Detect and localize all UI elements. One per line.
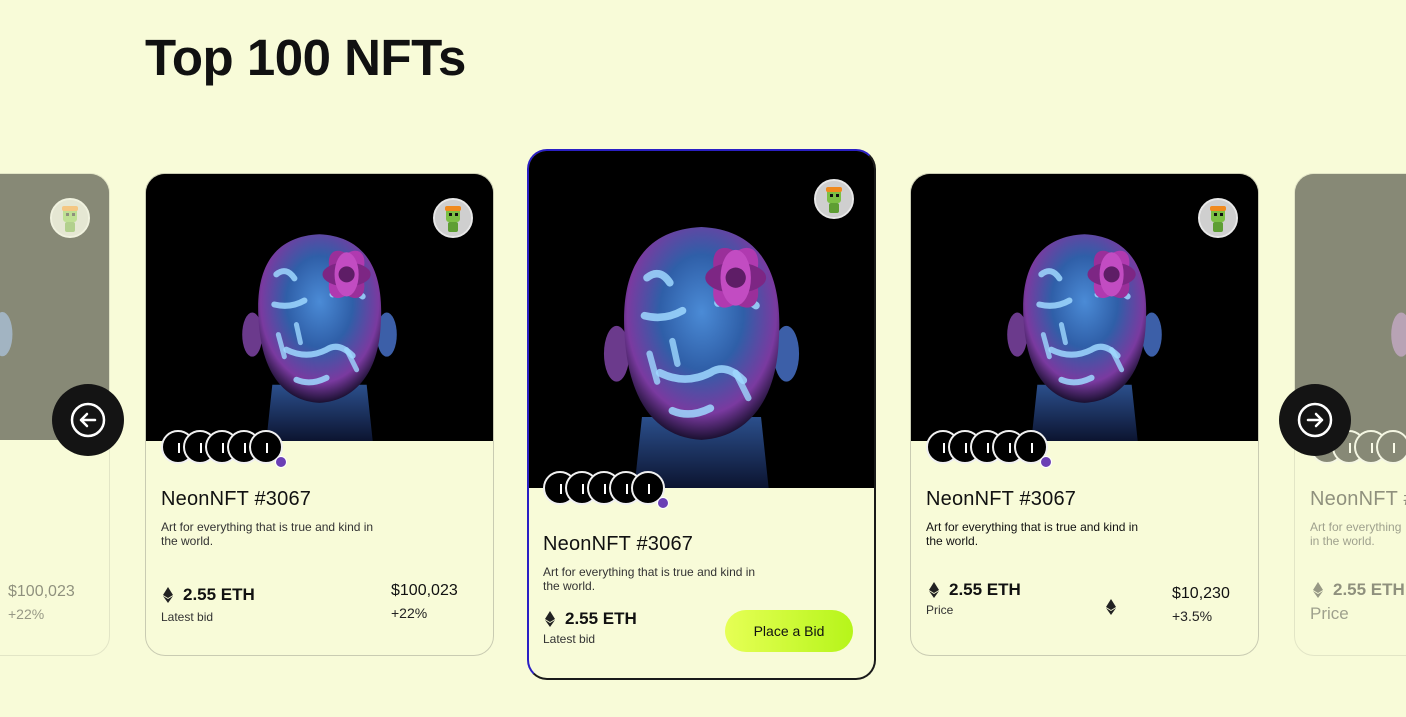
nft-card-featured[interactable]: NeonNFT #3067 Art for everything that is… xyxy=(527,149,876,680)
owners-avatar-stack[interactable] xyxy=(161,430,291,468)
nft-name: NeonNFT #3067 xyxy=(926,488,1077,510)
nft-name: NeonNFT #3067 xyxy=(543,533,694,555)
arrow-left-circle-icon xyxy=(70,402,106,438)
creator-avatar[interactable] xyxy=(1198,198,1238,238)
ethereum-icon xyxy=(1313,582,1323,598)
carousel-next-button[interactable] xyxy=(1279,384,1351,456)
owners-avatar-stack[interactable] xyxy=(543,471,673,509)
nft-name: NeonNFT #3067 xyxy=(161,488,312,510)
verified-badge-icon xyxy=(1040,456,1052,468)
nft-name: NeonNFT #3067 xyxy=(1310,488,1406,510)
usd-price: $100,023 xyxy=(391,582,458,599)
eth-amount: 2.55 ETH xyxy=(1333,580,1405,599)
price-change: +3.5% xyxy=(1172,608,1213,624)
nft-description: Art for everything that is true and kind… xyxy=(926,520,1139,548)
ethereum-icon xyxy=(163,587,173,603)
price-change: +22% xyxy=(8,606,45,622)
page-title: Top 100 NFTs xyxy=(145,29,466,86)
eth-label: Price xyxy=(926,603,954,617)
eth-price-row: 2.55 ETH xyxy=(1313,580,1405,600)
eth-label: Latest bid xyxy=(543,632,596,646)
eth-price-row: 2.55 ETH xyxy=(545,609,637,629)
eth-label: Price xyxy=(1310,604,1349,623)
eth-label: Latest bid xyxy=(161,610,214,624)
verified-badge-icon xyxy=(275,456,287,468)
nft-description: Art for everything that is true and kind… xyxy=(161,520,374,548)
creator-avatar[interactable] xyxy=(433,198,473,238)
ethereum-icon xyxy=(1106,599,1116,615)
ethereum-icon xyxy=(545,611,555,627)
carousel-prev-button[interactable] xyxy=(52,384,124,456)
nft-description: Art for everything that is true and kind… xyxy=(543,565,756,593)
owners-avatar-stack[interactable] xyxy=(926,430,1056,468)
price-change: +22% xyxy=(391,605,428,621)
place-bid-button[interactable]: Place a Bid xyxy=(725,610,853,652)
arrow-right-circle-icon xyxy=(1297,402,1333,438)
nft-description: Art for everything in the world. xyxy=(1310,520,1406,548)
nft-description-line: in the world. xyxy=(1310,534,1375,548)
owner-avatar xyxy=(1376,430,1406,464)
usd-price: $100,023 xyxy=(8,583,75,600)
ethereum-icon xyxy=(929,582,939,598)
creator-avatar[interactable] xyxy=(814,179,854,219)
usd-price: $10,230 xyxy=(1172,585,1230,602)
verified-badge-icon xyxy=(657,497,669,509)
nft-card[interactable]: NeonNFT #3067 Art for everything that is… xyxy=(910,173,1259,656)
nft-card[interactable]: NeonNFT #3067 Art for everything that is… xyxy=(145,173,494,656)
eth-amount: 2.55 ETH xyxy=(565,609,637,628)
eth-amount: 2.55 ETH xyxy=(183,585,255,604)
creator-avatar[interactable] xyxy=(50,198,90,238)
eth-price-row: 2.55 ETH xyxy=(929,580,1021,600)
eth-amount: 2.55 ETH xyxy=(949,580,1021,599)
nft-description-line: Art for everything xyxy=(1310,520,1402,534)
eth-price-row: 2.55 ETH xyxy=(163,585,255,605)
